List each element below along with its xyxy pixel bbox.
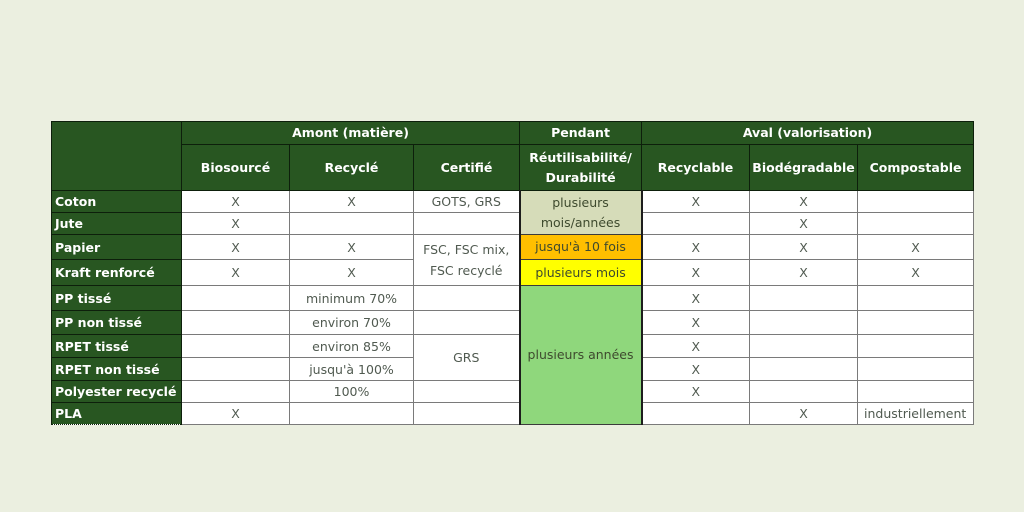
row-label: RPET tissé <box>51 334 182 358</box>
cell-recycle: X <box>289 234 414 260</box>
column-header-biosource: Biosourcé <box>181 144 290 191</box>
row-label: Coton <box>51 190 182 213</box>
cell-biosource: X <box>181 234 290 260</box>
cell-biodegradable: X <box>749 190 859 213</box>
table-row-jute: Jute X X <box>51 212 975 235</box>
cell-biodegradable <box>749 357 859 381</box>
cell-compostable: X <box>857 234 975 260</box>
table-row-rpet-tisse: RPET tissé environ 85% GRS X <box>51 334 975 381</box>
cell-certifie <box>412 402 521 425</box>
cell-biodegradable <box>749 285 859 311</box>
cell-compostable <box>857 357 975 381</box>
cell-compostable <box>857 380 975 403</box>
cell-biosource <box>181 334 290 358</box>
cell-durability-months-years: plusieurs mois/années <box>518 190 643 235</box>
cell-recycle: jusqu'à 100% <box>289 357 414 381</box>
cell-compostable: X <box>857 259 975 286</box>
cell-recyclable <box>641 402 751 425</box>
group-header-aval: Aval (valorisation) <box>641 121 975 145</box>
row-label: PP non tissé <box>51 310 182 335</box>
cell-biosource <box>181 285 290 311</box>
materials-comparison-table: Amont (matière) Pendant Aval (valorisati… <box>51 121 975 425</box>
cell-recycle: 100% <box>289 380 414 403</box>
cell-certifie <box>412 310 521 335</box>
cell-biodegradable: X <box>749 402 859 425</box>
column-header-recyclable: Recyclable <box>641 144 751 191</box>
row-label: RPET non tissé <box>51 357 182 381</box>
cell-durability-several-years: plusieurs années <box>518 285 643 425</box>
cell-biodegradable: X <box>749 234 859 260</box>
cell-recycle <box>289 402 414 425</box>
row-label: Polyester recyclé <box>51 380 182 403</box>
cell-compostable <box>857 285 975 311</box>
cell-recyclable: X <box>641 190 751 213</box>
column-header-compostable: Compostable <box>857 144 975 191</box>
cell-recycle: environ 85% <box>289 334 414 358</box>
table-row-pp-non-tisse: PP non tissé environ 70% X <box>51 310 975 335</box>
row-label: Papier <box>51 234 182 260</box>
corner-header <box>51 121 182 191</box>
row-label: PLA <box>51 402 182 425</box>
cell-biodegradable <box>749 380 859 403</box>
table-row-papier: Papier X X FSC, FSC mix, FSC recyclé jus… <box>51 234 975 286</box>
cell-recycle: X <box>289 259 414 286</box>
cell-certifie: GRS <box>412 334 521 381</box>
cell-recyclable: X <box>641 380 751 403</box>
column-header-recycle: Recyclé <box>289 144 414 191</box>
table-row-polyester-recycle: Polyester recyclé 100% X <box>51 380 975 403</box>
cell-biosource <box>181 357 290 381</box>
cell-compostable <box>857 310 975 335</box>
cell-recyclable: X <box>641 285 751 311</box>
cell-biosource <box>181 380 290 403</box>
group-header-pendant: Pendant <box>519 121 643 145</box>
cell-compostable: industriellement <box>857 402 975 425</box>
cell-compostable <box>857 212 975 235</box>
column-header-reutilisabilite: Réutilisabilité/ Durabilité <box>519 144 643 191</box>
row-label: Jute <box>51 212 182 235</box>
cell-certifie <box>412 285 521 311</box>
cell-recycle: minimum 70% <box>289 285 414 311</box>
cell-durability-10-times: jusqu'à 10 fois <box>518 234 643 260</box>
cell-recyclable: X <box>641 357 751 381</box>
row-label: PP tissé <box>51 285 182 311</box>
cell-biosource <box>181 310 290 335</box>
cell-biosource: X <box>181 402 290 425</box>
cell-certifie: GOTS, GRS <box>412 190 521 213</box>
cell-biosource: X <box>181 212 290 235</box>
table-row-pp-tisse: PP tissé minimum 70% plusieurs années X <box>51 285 975 425</box>
cell-certifie <box>412 212 521 235</box>
cell-certifie: FSC, FSC mix, FSC recyclé <box>412 234 521 286</box>
cell-recycle <box>289 212 414 235</box>
cell-biosource: X <box>181 259 290 286</box>
cell-recycle: X <box>289 190 414 213</box>
table-row-pla: PLA X X industriellement <box>51 402 975 425</box>
cell-recycle: environ 70% <box>289 310 414 335</box>
cell-recyclable: X <box>641 259 751 286</box>
cell-compostable <box>857 334 975 358</box>
cell-recyclable <box>641 212 751 235</box>
cell-biodegradable: X <box>749 259 859 286</box>
cell-biosource: X <box>181 190 290 213</box>
cell-biodegradable <box>749 334 859 358</box>
group-header-amont: Amont (matière) <box>180 121 521 145</box>
table-row-coton: Coton X X GOTS, GRS plusieurs mois/année… <box>51 190 975 235</box>
cell-biodegradable: X <box>749 212 859 235</box>
row-label: Kraft renforcé <box>51 259 182 286</box>
cell-certifie <box>412 380 521 403</box>
column-header-certifie: Certifié <box>412 144 521 191</box>
cell-compostable <box>857 190 975 213</box>
cell-recyclable: X <box>641 334 751 358</box>
cell-biodegradable <box>749 310 859 335</box>
cell-recyclable: X <box>641 310 751 335</box>
cell-durability-several-months: plusieurs mois <box>518 259 643 286</box>
column-header-biodegradable: Biodégradable <box>749 144 859 191</box>
cell-recyclable: X <box>641 234 751 260</box>
